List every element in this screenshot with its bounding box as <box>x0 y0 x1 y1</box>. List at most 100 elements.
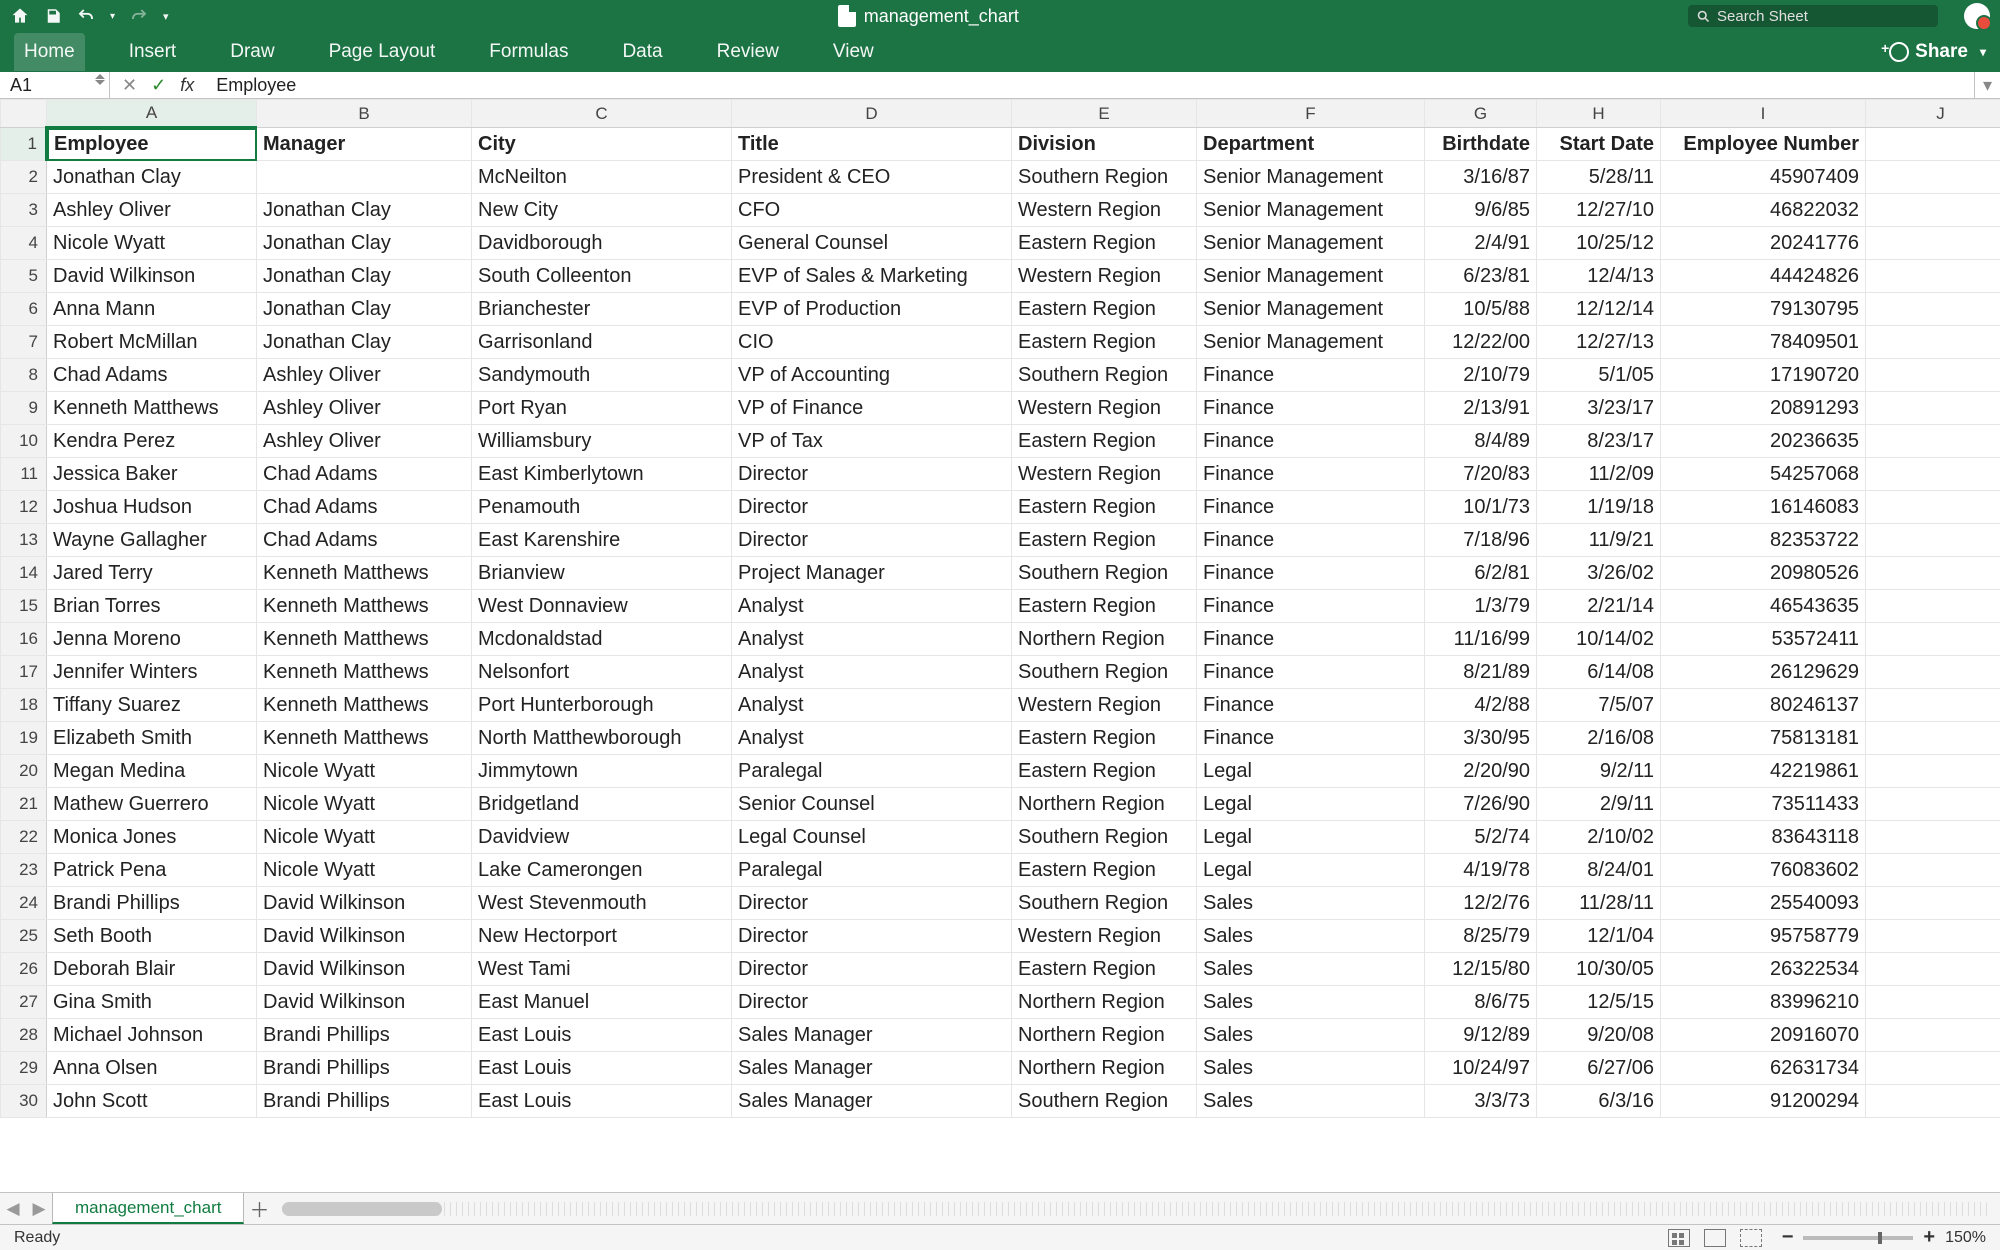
cell[interactable]: Brandi Phillips <box>257 1085 472 1118</box>
cell[interactable]: Jenna Moreno <box>47 623 257 656</box>
cell[interactable]: 7/18/96 <box>1425 524 1537 557</box>
cell[interactable]: Legal <box>1197 821 1425 854</box>
chevron-down-icon[interactable]: ▾ <box>1980 45 1986 59</box>
cell[interactable]: Finance <box>1197 524 1425 557</box>
cell[interactable]: Southern Region <box>1012 161 1197 194</box>
cell[interactable]: 12/15/80 <box>1425 953 1537 986</box>
cell[interactable]: 20236635 <box>1661 425 1866 458</box>
cell[interactable]: Southern Region <box>1012 1085 1197 1118</box>
cell[interactable]: 12/2/76 <box>1425 887 1537 920</box>
row-header[interactable]: 5 <box>1 260 47 293</box>
cell[interactable]: 6/3/16 <box>1537 1085 1661 1118</box>
column-header-J[interactable]: J <box>1866 100 2000 128</box>
cell[interactable]: Senior Management <box>1197 326 1425 359</box>
column-header-E[interactable]: E <box>1012 100 1197 128</box>
cell[interactable]: President & CEO <box>732 161 1012 194</box>
cell[interactable] <box>1866 161 2000 194</box>
cell[interactable]: Kenneth Matthews <box>257 656 472 689</box>
cell[interactable]: 8/21/89 <box>1425 656 1537 689</box>
row-header[interactable]: 18 <box>1 689 47 722</box>
row-header[interactable]: 20 <box>1 755 47 788</box>
column-header-D[interactable]: D <box>732 100 1012 128</box>
cell[interactable]: Analyst <box>732 689 1012 722</box>
cell[interactable]: City <box>472 128 732 161</box>
cell[interactable]: Director <box>732 887 1012 920</box>
view-page-break-icon[interactable] <box>1740 1229 1762 1247</box>
cell[interactable] <box>1866 194 2000 227</box>
cell[interactable]: Northern Region <box>1012 1019 1197 1052</box>
cell[interactable]: 10/14/02 <box>1537 623 1661 656</box>
cell[interactable]: Eastern Region <box>1012 755 1197 788</box>
cell[interactable]: Senior Management <box>1197 260 1425 293</box>
redo-icon[interactable] <box>129 7 149 25</box>
cell[interactable]: 17190720 <box>1661 359 1866 392</box>
cell[interactable]: Brian Torres <box>47 590 257 623</box>
cell[interactable]: 11/16/99 <box>1425 623 1537 656</box>
cell[interactable]: East Manuel <box>472 986 732 1019</box>
cell[interactable]: Division <box>1012 128 1197 161</box>
cell[interactable]: Garrisonland <box>472 326 732 359</box>
row-header[interactable]: 15 <box>1 590 47 623</box>
undo-icon[interactable] <box>76 7 96 25</box>
cell[interactable]: 9/12/89 <box>1425 1019 1537 1052</box>
cell[interactable]: Monica Jones <box>47 821 257 854</box>
cell[interactable]: 3/30/95 <box>1425 722 1537 755</box>
cell[interactable]: Jessica Baker <box>47 458 257 491</box>
cell[interactable]: Southern Region <box>1012 887 1197 920</box>
name-box[interactable]: A1 <box>0 72 110 98</box>
cell[interactable]: Legal <box>1197 755 1425 788</box>
cell[interactable]: 4/19/78 <box>1425 854 1537 887</box>
zoom-in-button[interactable]: + <box>1923 1226 1935 1249</box>
cell[interactable]: 2/16/08 <box>1537 722 1661 755</box>
cell[interactable]: EVP of Production <box>732 293 1012 326</box>
row-header[interactable]: 13 <box>1 524 47 557</box>
cell[interactable]: 5/2/74 <box>1425 821 1537 854</box>
cell[interactable]: Kenneth Matthews <box>257 590 472 623</box>
cell[interactable]: Jennifer Winters <box>47 656 257 689</box>
cell[interactable]: 26322534 <box>1661 953 1866 986</box>
cell[interactable]: 3/16/87 <box>1425 161 1537 194</box>
cell[interactable]: 53572411 <box>1661 623 1866 656</box>
undo-dropdown-icon[interactable]: ▾ <box>110 11 115 22</box>
tab-view[interactable]: View <box>823 33 884 71</box>
cell[interactable]: 46543635 <box>1661 590 1866 623</box>
tab-data[interactable]: Data <box>612 33 672 71</box>
cell[interactable] <box>1866 326 2000 359</box>
cell[interactable]: David Wilkinson <box>257 920 472 953</box>
cell[interactable] <box>1866 656 2000 689</box>
cell[interactable]: Jonathan Clay <box>257 293 472 326</box>
cell[interactable]: Megan Medina <box>47 755 257 788</box>
cell[interactable]: Jonathan Clay <box>47 161 257 194</box>
cell[interactable]: 75813181 <box>1661 722 1866 755</box>
cell[interactable]: East Karenshire <box>472 524 732 557</box>
cell[interactable]: Brandi Phillips <box>47 887 257 920</box>
cell[interactable]: Sandymouth <box>472 359 732 392</box>
cell[interactable]: Western Region <box>1012 392 1197 425</box>
cell[interactable] <box>1866 227 2000 260</box>
cell[interactable]: Nelsonfort <box>472 656 732 689</box>
cell[interactable]: Davidborough <box>472 227 732 260</box>
row-header[interactable]: 12 <box>1 491 47 524</box>
cell[interactable]: Sales <box>1197 887 1425 920</box>
sheet-nav-prev[interactable]: ◀ <box>0 1199 26 1219</box>
cell[interactable]: Michael Johnson <box>47 1019 257 1052</box>
cell[interactable] <box>1866 821 2000 854</box>
row-header[interactable]: 19 <box>1 722 47 755</box>
user-avatar[interactable] <box>1964 3 1990 29</box>
cell[interactable] <box>1866 920 2000 953</box>
cell[interactable]: John Scott <box>47 1085 257 1118</box>
tab-home[interactable]: Home <box>14 33 85 71</box>
cell[interactable]: 10/5/88 <box>1425 293 1537 326</box>
add-sheet-button[interactable]: ＋ <box>244 1194 274 1223</box>
cell[interactable]: Northern Region <box>1012 623 1197 656</box>
cell[interactable]: Southern Region <box>1012 557 1197 590</box>
cell[interactable]: Chad Adams <box>257 458 472 491</box>
cell[interactable]: 12/22/00 <box>1425 326 1537 359</box>
cell[interactable]: Legal <box>1197 788 1425 821</box>
cell[interactable]: Chad Adams <box>47 359 257 392</box>
cell[interactable]: Analyst <box>732 722 1012 755</box>
cell[interactable]: Sales <box>1197 1019 1425 1052</box>
cell[interactable]: Nicole Wyatt <box>47 227 257 260</box>
cell[interactable]: Sales Manager <box>732 1085 1012 1118</box>
cell[interactable]: 8/6/75 <box>1425 986 1537 1019</box>
